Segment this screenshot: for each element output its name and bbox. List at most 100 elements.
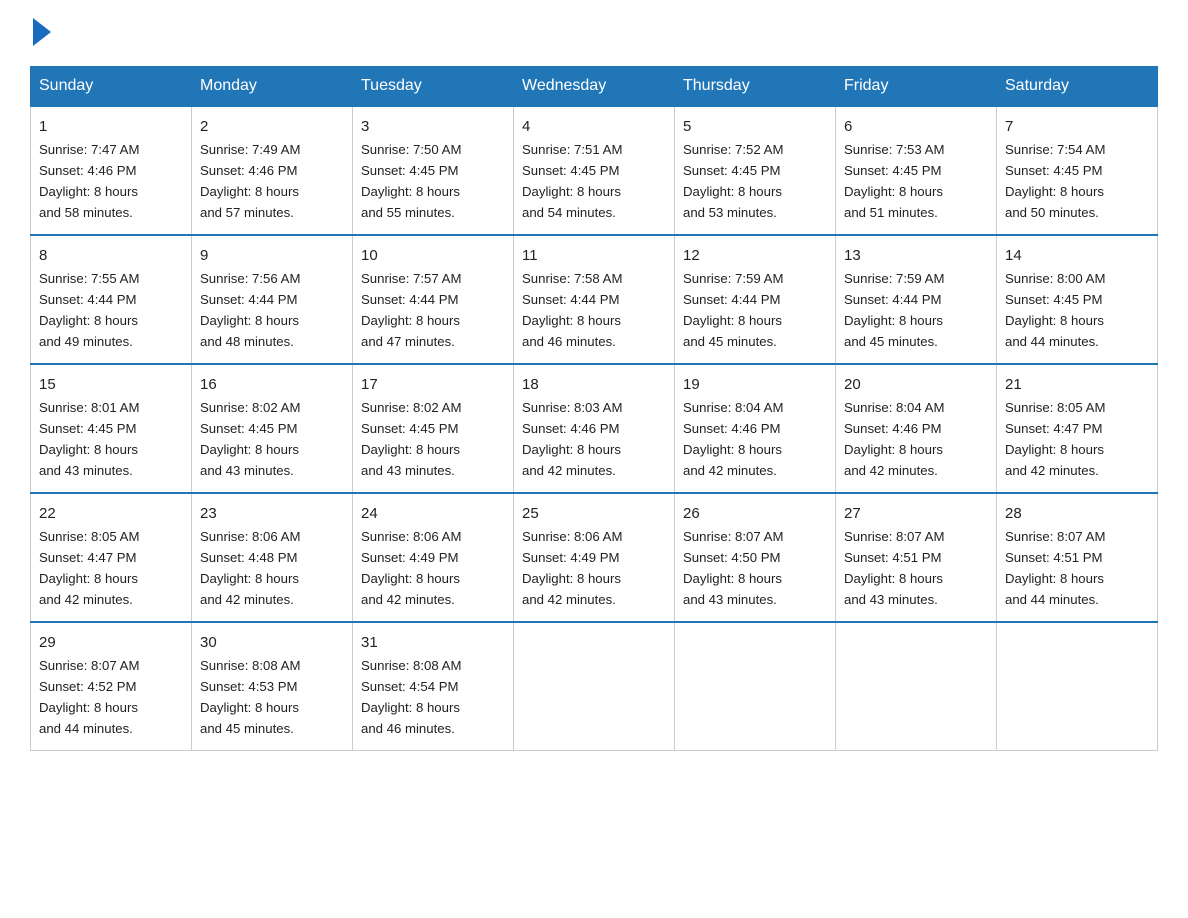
calendar-day-cell: 31 Sunrise: 8:08 AMSunset: 4:54 PMDayligh… [353,622,514,750]
day-info: Sunrise: 7:59 AMSunset: 4:44 PMDaylight:… [683,271,783,349]
calendar-day-cell: 12 Sunrise: 7:59 AMSunset: 4:44 PMDayligh… [675,235,836,364]
calendar-week-row: 8Sunrise: 7:55 AMSunset: 4:44 PMDaylight… [31,235,1158,364]
day-info: Sunrise: 8:07 AMSunset: 4:51 PMDaylight:… [844,529,944,607]
day-info: Sunrise: 8:01 AMSunset: 4:45 PMDaylight:… [39,400,139,478]
calendar-day-cell: 14Sunrise: 8:00 AMSunset: 4:45 PMDayligh… [997,235,1158,364]
day-number: 29 [39,631,183,654]
day-number: 28 [1005,502,1149,525]
day-number: 24 [361,502,505,525]
day-info: Sunrise: 7:52 AMSunset: 4:45 PMDaylight:… [683,142,783,220]
day-number: 23 [200,502,344,525]
day-number: 17 [361,373,505,396]
calendar-day-cell: 17 Sunrise: 8:02 AMSunset: 4:45 PMDayligh… [353,364,514,493]
calendar-day-cell [836,622,997,750]
day-info: Sunrise: 8:06 AMSunset: 4:49 PMDaylight:… [361,529,461,607]
day-number: 15 [39,373,183,396]
calendar-day-cell: 28 Sunrise: 8:07 AMSunset: 4:51 PMDayligh… [997,493,1158,622]
calendar-day-cell: 4 Sunrise: 7:51 AMSunset: 4:45 PMDaylight… [514,106,675,235]
day-number: 31 [361,631,505,654]
day-number: 22 [39,502,183,525]
day-info: Sunrise: 8:06 AMSunset: 4:48 PMDaylight:… [200,529,300,607]
page-header [30,20,1158,46]
day-number: 20 [844,373,988,396]
calendar-day-cell: 26 Sunrise: 8:07 AMSunset: 4:50 PMDayligh… [675,493,836,622]
day-number: 21 [1005,373,1149,396]
day-number: 26 [683,502,827,525]
day-info: Sunrise: 8:02 AMSunset: 4:45 PMDaylight:… [200,400,300,478]
calendar-day-cell [675,622,836,750]
day-number: 2 [200,115,344,138]
day-number: 4 [522,115,666,138]
logo-blue-part [30,20,51,46]
calendar-day-cell: 11 Sunrise: 7:58 AMSunset: 4:44 PMDayligh… [514,235,675,364]
calendar-header-sunday: Sunday [31,67,192,107]
calendar-day-cell: 15 Sunrise: 8:01 AMSunset: 4:45 PMDayligh… [31,364,192,493]
day-info: Sunrise: 8:06 AMSunset: 4:49 PMDaylight:… [522,529,622,607]
day-info: Sunrise: 7:49 AMSunset: 4:46 PMDaylight:… [200,142,300,220]
day-info: Sunrise: 8:08 AMSunset: 4:54 PMDaylight:… [361,658,461,736]
calendar-header-wednesday: Wednesday [514,67,675,107]
day-number: 12 [683,244,827,267]
calendar-day-cell: 25 Sunrise: 8:06 AMSunset: 4:49 PMDayligh… [514,493,675,622]
calendar-day-cell: 16 Sunrise: 8:02 AMSunset: 4:45 PMDayligh… [192,364,353,493]
day-number: 16 [200,373,344,396]
day-number: 25 [522,502,666,525]
day-number: 1 [39,115,183,138]
calendar-day-cell: 22 Sunrise: 8:05 AMSunset: 4:47 PMDayligh… [31,493,192,622]
calendar-day-cell: 21 Sunrise: 8:05 AMSunset: 4:47 PMDayligh… [997,364,1158,493]
day-info: Sunrise: 8:04 AMSunset: 4:46 PMDaylight:… [844,400,944,478]
day-info: Sunrise: 8:04 AMSunset: 4:46 PMDaylight:… [683,400,783,478]
calendar-day-cell: 5 Sunrise: 7:52 AMSunset: 4:45 PMDaylight… [675,106,836,235]
day-number: 5 [683,115,827,138]
calendar-day-cell: 9 Sunrise: 7:56 AMSunset: 4:44 PMDaylight… [192,235,353,364]
calendar-day-cell: 2 Sunrise: 7:49 AMSunset: 4:46 PMDaylight… [192,106,353,235]
day-number: 13 [844,244,988,267]
day-number: 6 [844,115,988,138]
day-info: Sunrise: 7:56 AMSunset: 4:44 PMDaylight:… [200,271,300,349]
calendar-header-row: SundayMondayTuesdayWednesdayThursdayFrid… [31,67,1158,107]
calendar-day-cell: 23 Sunrise: 8:06 AMSunset: 4:48 PMDayligh… [192,493,353,622]
day-info: Sunrise: 8:07 AMSunset: 4:51 PMDaylight:… [1005,529,1105,607]
calendar-header-thursday: Thursday [675,67,836,107]
day-number: 30 [200,631,344,654]
calendar-day-cell [514,622,675,750]
day-number: 27 [844,502,988,525]
day-number: 3 [361,115,505,138]
calendar-week-row: 1 Sunrise: 7:47 AMSunset: 4:46 PMDaylight… [31,106,1158,235]
calendar-day-cell: 29 Sunrise: 8:07 AMSunset: 4:52 PMDayligh… [31,622,192,750]
calendar-day-cell: 24 Sunrise: 8:06 AMSunset: 4:49 PMDayligh… [353,493,514,622]
day-info: Sunrise: 8:02 AMSunset: 4:45 PMDaylight:… [361,400,461,478]
day-info: Sunrise: 8:07 AMSunset: 4:50 PMDaylight:… [683,529,783,607]
calendar-week-row: 22 Sunrise: 8:05 AMSunset: 4:47 PMDayligh… [31,493,1158,622]
calendar-week-row: 15 Sunrise: 8:01 AMSunset: 4:45 PMDayligh… [31,364,1158,493]
calendar-day-cell: 19 Sunrise: 8:04 AMSunset: 4:46 PMDayligh… [675,364,836,493]
day-number: 9 [200,244,344,267]
day-info: Sunrise: 7:59 AMSunset: 4:44 PMDaylight:… [844,271,944,349]
calendar-day-cell: 20 Sunrise: 8:04 AMSunset: 4:46 PMDayligh… [836,364,997,493]
calendar-header-tuesday: Tuesday [353,67,514,107]
day-number: 11 [522,244,666,267]
day-info: Sunrise: 7:47 AMSunset: 4:46 PMDaylight:… [39,142,139,220]
day-number: 10 [361,244,505,267]
day-info: Sunrise: 8:07 AMSunset: 4:52 PMDaylight:… [39,658,139,736]
day-number: 14 [1005,244,1149,267]
day-info: Sunrise: 8:05 AMSunset: 4:47 PMDaylight:… [39,529,139,607]
logo-arrow-icon [33,18,51,46]
calendar-table: SundayMondayTuesdayWednesdayThursdayFrid… [30,66,1158,751]
day-number: 19 [683,373,827,396]
calendar-day-cell: 18Sunrise: 8:03 AMSunset: 4:46 PMDayligh… [514,364,675,493]
day-info: Sunrise: 7:57 AMSunset: 4:44 PMDaylight:… [361,271,461,349]
calendar-header-monday: Monday [192,67,353,107]
day-info: Sunrise: 7:58 AMSunset: 4:44 PMDaylight:… [522,271,622,349]
calendar-day-cell: 13 Sunrise: 7:59 AMSunset: 4:44 PMDayligh… [836,235,997,364]
calendar-day-cell: 30 Sunrise: 8:08 AMSunset: 4:53 PMDayligh… [192,622,353,750]
day-info: Sunrise: 8:08 AMSunset: 4:53 PMDaylight:… [200,658,300,736]
day-info: Sunrise: 7:50 AMSunset: 4:45 PMDaylight:… [361,142,461,220]
day-info: Sunrise: 8:05 AMSunset: 4:47 PMDaylight:… [1005,400,1105,478]
calendar-day-cell [997,622,1158,750]
day-number: 8 [39,244,183,267]
logo [30,20,51,46]
day-info: Sunrise: 7:54 AMSunset: 4:45 PMDaylight:… [1005,142,1105,220]
calendar-day-cell: 8Sunrise: 7:55 AMSunset: 4:44 PMDaylight… [31,235,192,364]
day-info: Sunrise: 7:51 AMSunset: 4:45 PMDaylight:… [522,142,622,220]
